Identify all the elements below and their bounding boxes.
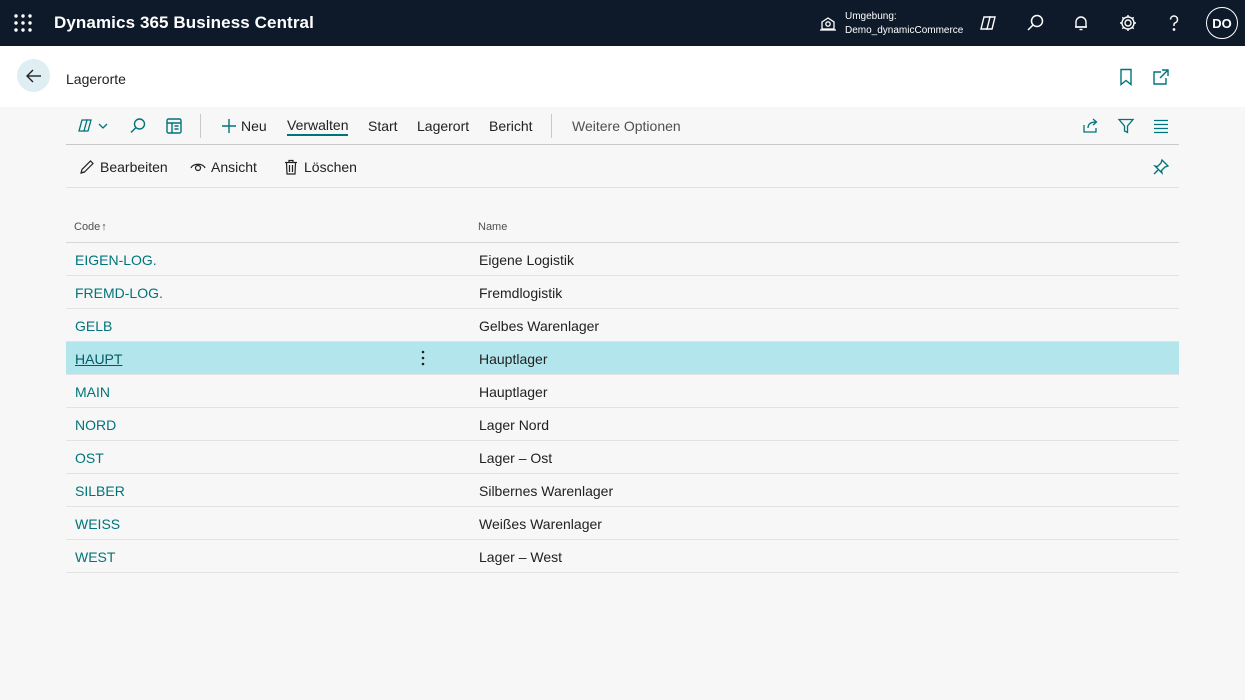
tab-report[interactable]: Bericht bbox=[489, 107, 533, 145]
location-code-link[interactable]: GELB bbox=[75, 318, 112, 334]
column-header-code-label: Code bbox=[74, 221, 101, 233]
table-row[interactable]: NORD Lager Nord bbox=[66, 408, 1179, 441]
bookmark-icon[interactable] bbox=[1117, 68, 1135, 86]
location-name: Lager – Ost bbox=[479, 450, 553, 466]
location-name: Gelbes Warenlager bbox=[479, 318, 600, 334]
user-avatar[interactable]: DO bbox=[1206, 7, 1238, 39]
edit-button[interactable]: Bearbeiten bbox=[79, 145, 168, 188]
more-options-label: Weitere Optionen bbox=[572, 118, 681, 134]
tab-start-label: Start bbox=[368, 118, 398, 134]
back-button[interactable] bbox=[17, 59, 50, 92]
table-row[interactable]: EIGEN-LOG. Eigene Logistik bbox=[66, 243, 1179, 276]
tab-manage-label: Verwalten bbox=[287, 117, 349, 136]
notification-bell-icon[interactable] bbox=[1070, 12, 1092, 34]
new-button-label: Neu bbox=[241, 118, 267, 134]
pencil-icon bbox=[80, 159, 94, 174]
app-title[interactable]: Dynamics 365 Business Central bbox=[54, 13, 314, 33]
eye-icon bbox=[190, 163, 206, 171]
table-row[interactable]: MAIN Hauptlager bbox=[66, 375, 1179, 408]
environment-label: Umgebung: bbox=[845, 11, 897, 22]
location-name: Weißes Warenlager bbox=[479, 516, 602, 532]
location-name: Fremdlogistik bbox=[479, 285, 563, 301]
table-row[interactable]: OST Lager – Ost bbox=[66, 441, 1179, 474]
location-code-link[interactable]: SILBER bbox=[75, 483, 125, 499]
edit-button-label: Bearbeiten bbox=[100, 158, 168, 175]
list-search-icon[interactable] bbox=[129, 107, 147, 145]
location-code-link[interactable]: WEISS bbox=[75, 516, 120, 532]
location-code-link[interactable]: OST bbox=[75, 450, 104, 466]
environment-value: Demo_dynamicCommerce bbox=[845, 25, 964, 36]
delete-button-label: Löschen bbox=[304, 158, 357, 175]
tab-manage[interactable]: Verwalten bbox=[287, 107, 349, 145]
top-bar: Dynamics 365 Business Central Umgebung: … bbox=[0, 0, 1245, 46]
copilot-icon[interactable] bbox=[977, 12, 999, 34]
environment-icon bbox=[820, 17, 836, 31]
copilot-menu-button[interactable] bbox=[78, 107, 110, 145]
table-row[interactable]: WEST Lager – West bbox=[66, 540, 1179, 573]
view-button[interactable]: Ansicht bbox=[190, 145, 257, 188]
tab-start[interactable]: Start bbox=[368, 107, 398, 145]
table-row-selected[interactable]: HAUPT Hauptlager bbox=[66, 342, 1179, 375]
page-header: Lagerorte bbox=[0, 46, 1245, 107]
location-code-link[interactable]: HAUPT bbox=[75, 351, 122, 367]
plus-icon bbox=[222, 119, 236, 133]
separator bbox=[200, 114, 201, 138]
page-title: Lagerorte bbox=[66, 71, 126, 87]
table-row[interactable]: SILBER Silbernes Warenlager bbox=[66, 474, 1179, 507]
row-actions-ellipsis-icon[interactable] bbox=[416, 348, 430, 368]
location-code-link[interactable]: MAIN bbox=[75, 384, 110, 400]
location-code-link[interactable]: FREMD-LOG. bbox=[75, 285, 163, 301]
table-row[interactable]: GELB Gelbes Warenlager bbox=[66, 309, 1179, 342]
promoted-actions-bar: Bearbeiten Ansicht Löschen bbox=[66, 145, 1179, 188]
share-icon[interactable] bbox=[1082, 107, 1100, 145]
location-name: Hauptlager bbox=[479, 384, 548, 400]
analysis-mode-icon[interactable] bbox=[165, 107, 183, 145]
view-button-label: Ansicht bbox=[211, 158, 257, 175]
sort-ascending-icon: ↑ bbox=[101, 221, 107, 233]
copilot-dropdown-icon bbox=[78, 119, 108, 132]
location-name: Silbernes Warenlager bbox=[479, 483, 614, 499]
location-code-link[interactable]: WEST bbox=[75, 549, 115, 565]
table-row[interactable]: WEISS Weißes Warenlager bbox=[66, 507, 1179, 540]
location-name: Eigene Logistik bbox=[479, 252, 574, 268]
app-launcher-icon[interactable] bbox=[13, 13, 33, 33]
more-options-button[interactable]: Weitere Optionen bbox=[572, 107, 681, 145]
location-name: Lager – West bbox=[479, 549, 563, 565]
tab-location-label: Lagerort bbox=[417, 118, 470, 134]
column-header-name[interactable]: Name bbox=[478, 221, 507, 233]
trash-icon bbox=[285, 159, 297, 175]
location-code-link[interactable]: NORD bbox=[75, 417, 116, 433]
locations-list: Code↑ Name EIGEN-LOG. Eigene Logistik FR… bbox=[66, 210, 1179, 573]
tab-location[interactable]: Lagerort bbox=[417, 107, 469, 145]
location-code-link[interactable]: EIGEN-LOG. bbox=[75, 252, 157, 268]
separator bbox=[551, 114, 552, 138]
environment-switcher[interactable]: Umgebung: Demo_dynamicCommerce bbox=[818, 9, 968, 39]
settings-gear-icon[interactable] bbox=[1117, 12, 1139, 34]
new-button[interactable]: Neu bbox=[220, 107, 267, 145]
location-name: Hauptlager bbox=[479, 351, 548, 367]
open-new-window-icon[interactable] bbox=[1152, 68, 1170, 86]
filter-icon[interactable] bbox=[1117, 107, 1135, 145]
delete-button[interactable]: Löschen bbox=[283, 145, 357, 188]
list-view-icon[interactable] bbox=[1152, 107, 1170, 145]
pin-icon[interactable] bbox=[1152, 145, 1175, 188]
back-arrow-icon bbox=[25, 69, 41, 82]
location-name: Lager Nord bbox=[479, 417, 550, 433]
search-icon[interactable] bbox=[1024, 12, 1046, 34]
tab-report-label: Bericht bbox=[489, 118, 533, 134]
action-bar: Neu Verwalten Start Lagerort Bericht Wei… bbox=[66, 107, 1179, 145]
column-header-code[interactable]: Code↑ bbox=[74, 221, 107, 233]
list-header: Code↑ Name bbox=[66, 210, 1179, 243]
table-row[interactable]: FREMD-LOG. Fremdlogistik bbox=[66, 276, 1179, 309]
help-icon[interactable] bbox=[1163, 12, 1185, 34]
